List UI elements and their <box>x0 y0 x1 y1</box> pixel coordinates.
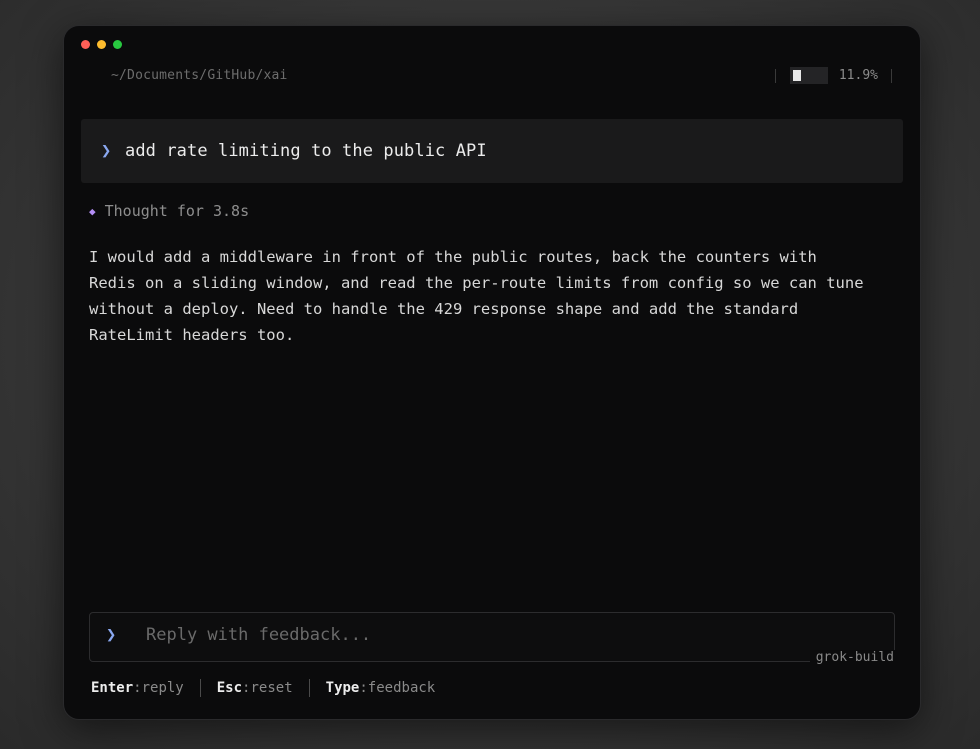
user-prompt-block: ❯ add rate limiting to the public API <box>81 119 903 183</box>
assistant-response: I would add a middleware in front of the… <box>89 248 864 344</box>
hint-key: Enter <box>91 680 134 696</box>
hint-type: Type: feedback <box>325 680 436 696</box>
zoom-window-button[interactable] <box>113 40 122 49</box>
feedback-input[interactable] <box>146 625 746 645</box>
window-controls <box>81 40 122 49</box>
hint-key: Type <box>325 680 360 696</box>
context-usage-fill <box>792 70 801 81</box>
hint-enter: Enter: reply <box>91 680 184 696</box>
user-prompt-text: add rate limiting to the public API <box>125 141 487 161</box>
working-directory-path: ~/Documents/GitHub/xai <box>111 68 288 83</box>
close-window-button[interactable] <box>81 40 90 49</box>
context-usage-percent: 11.9% <box>838 68 878 83</box>
thought-indicator[interactable]: ◆ Thought for 3.8s <box>89 202 249 220</box>
hint-divider <box>308 679 310 697</box>
chevron-right-icon: ❯ <box>106 625 117 645</box>
hint-esc: Esc: reset <box>216 680 293 696</box>
hint-action: reply <box>141 680 184 696</box>
hint-divider <box>199 679 201 697</box>
diamond-icon: ◆ <box>89 204 96 218</box>
usage-divider-left <box>774 68 776 83</box>
usage-divider-right <box>891 68 892 83</box>
context-usage-indicator: 11.9% <box>774 67 892 84</box>
hint-key: Esc <box>216 680 243 696</box>
terminal-window: ~/Documents/GitHub/xai 11.9% ❯ add rate … <box>63 25 921 720</box>
thought-label: Thought for 3.8s <box>104 202 250 220</box>
hint-action: reset <box>250 680 293 696</box>
minimize-window-button[interactable] <box>97 40 106 49</box>
context-usage-bar <box>789 67 828 84</box>
chevron-right-icon: ❯ <box>101 141 112 161</box>
keyboard-hints: Enter: reply Esc: reset Type: feedback <box>91 679 435 697</box>
model-tag: grok-build <box>809 650 900 665</box>
hint-action: feedback <box>367 680 436 696</box>
feedback-input-box[interactable]: ❯ <box>89 612 895 662</box>
